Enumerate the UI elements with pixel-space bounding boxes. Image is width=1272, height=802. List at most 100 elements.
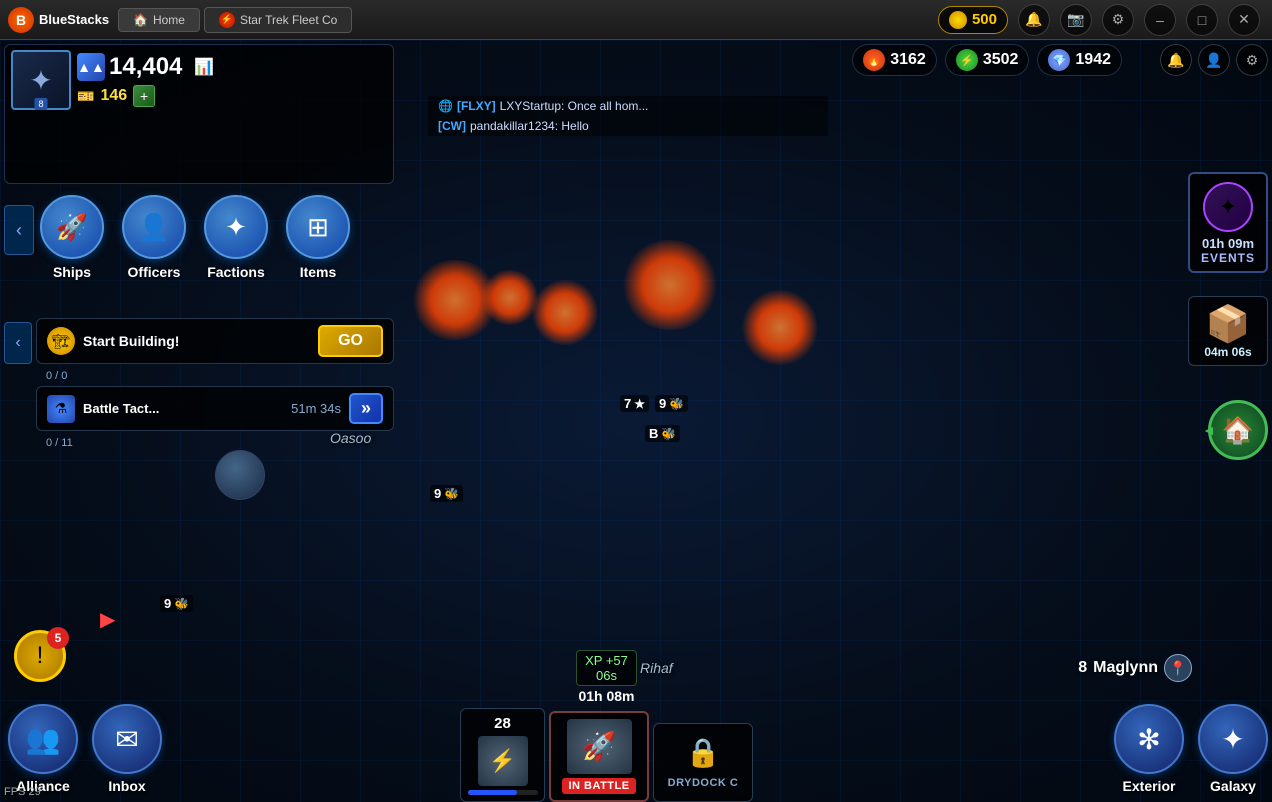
drydock-slot[interactable]: 🔒 DRYDOCK C [653,723,753,802]
parasteel-value: 3162 [890,51,926,69]
ships-icon: 🚀 [40,195,104,259]
nav-officers[interactable]: 👤 Officers [122,195,186,280]
home-icon: 🏠 [133,13,148,27]
ship-slot-1[interactable]: 28 ⚡ [460,708,545,802]
power-chart-icon: 📊 [194,57,214,77]
inbox-label: Inbox [108,778,145,794]
build-left-arrow[interactable]: ‹ [4,322,32,364]
notification-icon[interactable]: 🔔 [1160,44,1192,76]
xp-time: 06s [596,668,617,683]
chat-name-1: LXYStartup: Once all hom... [500,99,649,113]
build-row-start: 🏗 Start Building! GO [36,318,394,364]
dilithium-value: 1942 [1075,51,1111,69]
game-tab-icon: ⚡ [219,12,235,28]
nav-inbox[interactable]: ✉ Inbox [92,704,162,794]
ticket-count: 146 [100,87,127,105]
xp-popup: XP +57 06s [576,650,637,686]
battle-slots: 28 ⚡ 🚀 IN BATTLE 🔒 DRYDOCK C [460,708,753,802]
dilithium-icon: 💎 [1048,49,1070,71]
player-info: ▲▲ 14,404 📊 🎫 146 + [77,53,387,107]
chat-message-2: [CW] pandakillar1234: Hello [428,116,828,136]
alert-exclamation: ! [37,642,44,670]
ship-health-bar [468,790,538,795]
in-battle-slot[interactable]: 🚀 IN BATTLE [549,711,649,802]
trek-logo: ✦ [1203,182,1253,232]
ship-health-fill [468,790,517,795]
events-panel[interactable]: ✦ 01h 09m EVENTS [1188,172,1268,273]
alert-badge: 5 [47,627,69,649]
parasteel-icon: 🔥 [863,49,885,71]
chat-tag-1: [FLXY] [457,99,496,113]
location-number: 8 [1078,659,1087,677]
minimize-button[interactable]: – [1144,4,1176,36]
bluestacks-logo: B BlueStacks [0,7,110,33]
parasteel-resource: 🔥 3162 [852,44,937,76]
battle-timer: 51m 34s [291,401,341,416]
game-tab-label: Star Trek Fleet Co [240,13,337,27]
location-pin-icon[interactable]: 📍 [1164,654,1192,682]
build-progress-2: 0 / 11 [36,437,394,449]
profile-icon[interactable]: 👤 [1198,44,1230,76]
officers-label: Officers [128,264,181,280]
home-tab-label: Home [153,13,185,27]
crate-box: 📦 04m 06s [1188,296,1268,366]
location-display: 8 Maglynn 📍 [1078,654,1192,682]
close-button[interactable]: ✕ [1228,4,1260,36]
events-label: EVENTS [1201,251,1255,265]
build-start-icon: 🏗 [47,327,75,355]
nav-alliance[interactable]: 👥 Alliance [8,704,78,794]
nav-exterior[interactable]: ✻ Exterior [1114,704,1184,794]
chat-panel: 🌐 [FLXY] LXYStartup: Once all hom... [CW… [428,96,828,136]
maximize-button[interactable]: □ [1186,4,1218,36]
skip-button[interactable]: » [349,393,383,424]
map-badge-3: B🐝 [645,425,680,442]
player-power: 14,404 [109,53,182,81]
ticket-icon: 🎫 [77,88,94,105]
gear-icon[interactable]: ⚙ [1236,44,1268,76]
nav-items[interactable]: ⊞ Items [286,195,350,280]
explosion-5 [480,270,540,325]
left-nav-arrow[interactable]: ‹ [4,205,34,255]
bottom-right-nav: ✻ Exterior ✦ Galaxy [1114,704,1268,794]
alert-button[interactable]: ! 5 [14,630,66,682]
explosion-2 [530,280,600,345]
tab-home[interactable]: 🏠 Home [118,8,200,32]
rank-badge: ▲▲ [77,53,105,81]
in-battle-ship: 🚀 [567,719,632,774]
items-label: Items [300,264,337,280]
globe-icon: 🌐 [438,99,453,113]
drydock-label: DRYDOCK C [668,777,739,789]
xp-value: XP +57 [585,653,628,668]
tritanium-resource: ⚡ 3502 [945,44,1030,76]
bell-icon[interactable]: 🔔 [1018,4,1050,36]
map-badge-4: 9🐝 [430,485,463,502]
events-timer: 01h 09m [1202,236,1254,251]
start-building-text: Start Building! [83,333,310,349]
chat-message-1: 🌐 [FLXY] LXYStartup: Once all hom... [428,96,828,116]
currency-row: 🎫 146 + [77,85,387,107]
planet-1 [215,450,265,500]
settings-icon[interactable]: ⚙ [1102,4,1134,36]
nav-factions[interactable]: ✦ Factions [204,195,268,280]
plus-button[interactable]: + [133,85,155,107]
nav-ships[interactable]: 🚀 Ships [40,195,104,280]
alliance-icon: 👥 [8,704,78,774]
bottom-nav: 👥 Alliance ✉ Inbox [8,704,162,794]
map-badge-1: 7★ [620,395,649,412]
items-icon: ⊞ [286,195,350,259]
resources-panel: 🔥 3162 ⚡ 3502 💎 1942 [852,44,1122,76]
coin-value: 500 [972,11,997,28]
home-button[interactable]: ◄ 🏠 [1208,400,1268,460]
exterior-icon: ✻ [1114,704,1184,774]
build-progress-1: 0 / 0 [36,370,394,382]
nav-galaxy[interactable]: ✦ Galaxy [1198,704,1268,794]
build-panel: ‹ 🏗 Start Building! GO 0 / 0 ⚗ Battle Ta… [4,318,394,449]
factions-label: Factions [207,264,265,280]
tab-game[interactable]: ⚡ Star Trek Fleet Co [204,7,352,33]
go-button[interactable]: GO [318,325,383,357]
home-circle: ◄ 🏠 [1208,400,1268,460]
camera-icon[interactable]: 📷 [1060,4,1092,36]
avatar-icon: ✦ [29,64,52,97]
supply-crate[interactable]: 📦 04m 06s [1188,296,1268,366]
ships-label: Ships [53,264,91,280]
